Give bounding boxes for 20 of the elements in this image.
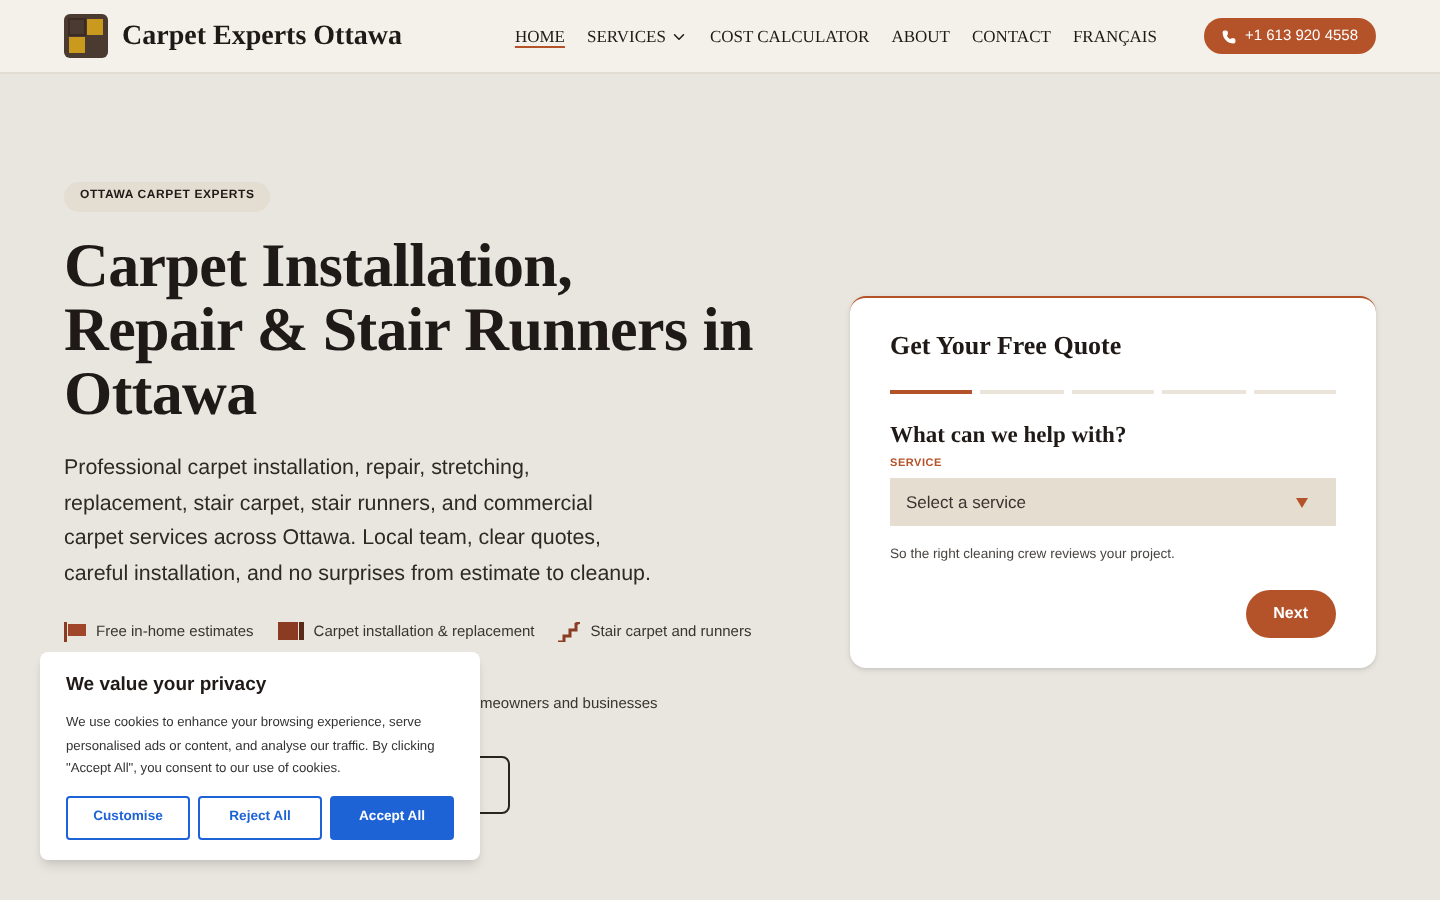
hero-heading: Carpet Installation, Repair & Stair Runners in Ottawa	[64, 234, 755, 426]
phone-icon	[1222, 29, 1237, 43]
dropdown-arrow-icon	[1296, 497, 1308, 507]
hero-description: Professional carpet installation, repair, stretching, replacement, stair carpet, stair runners, and commercial carpet services across Ottawa. Local team, clear quotes, careful installation, and no surprises from estimate to cleanup.	[64, 454, 652, 589]
next-button[interactable]: Next	[1245, 590, 1336, 639]
flag-icon	[64, 621, 86, 642]
nav-link[interactable]: ABOUT	[891, 23, 950, 49]
carpet-roll-icon	[277, 622, 304, 641]
question-heading: What can we help with?	[890, 421, 1129, 451]
nav-link[interactable]: CONTACT	[971, 23, 1051, 49]
quote-title: Get Your Free Quote	[890, 328, 1124, 364]
service-select[interactable]: Select a service	[890, 478, 1336, 526]
stairs-icon	[558, 621, 581, 642]
nav-link[interactable]: HOME	[514, 23, 565, 49]
logo-icon	[64, 14, 108, 58]
nav-link[interactable]: COST CALCULATOR	[709, 23, 870, 49]
cookie-title: We value your privacy	[66, 672, 269, 700]
nav-link[interactable]: FRANÇAIS	[1072, 23, 1157, 49]
brand-name: Carpet Experts Ottawa	[122, 19, 402, 55]
nav-link[interactable]: SERVICES	[586, 23, 688, 49]
